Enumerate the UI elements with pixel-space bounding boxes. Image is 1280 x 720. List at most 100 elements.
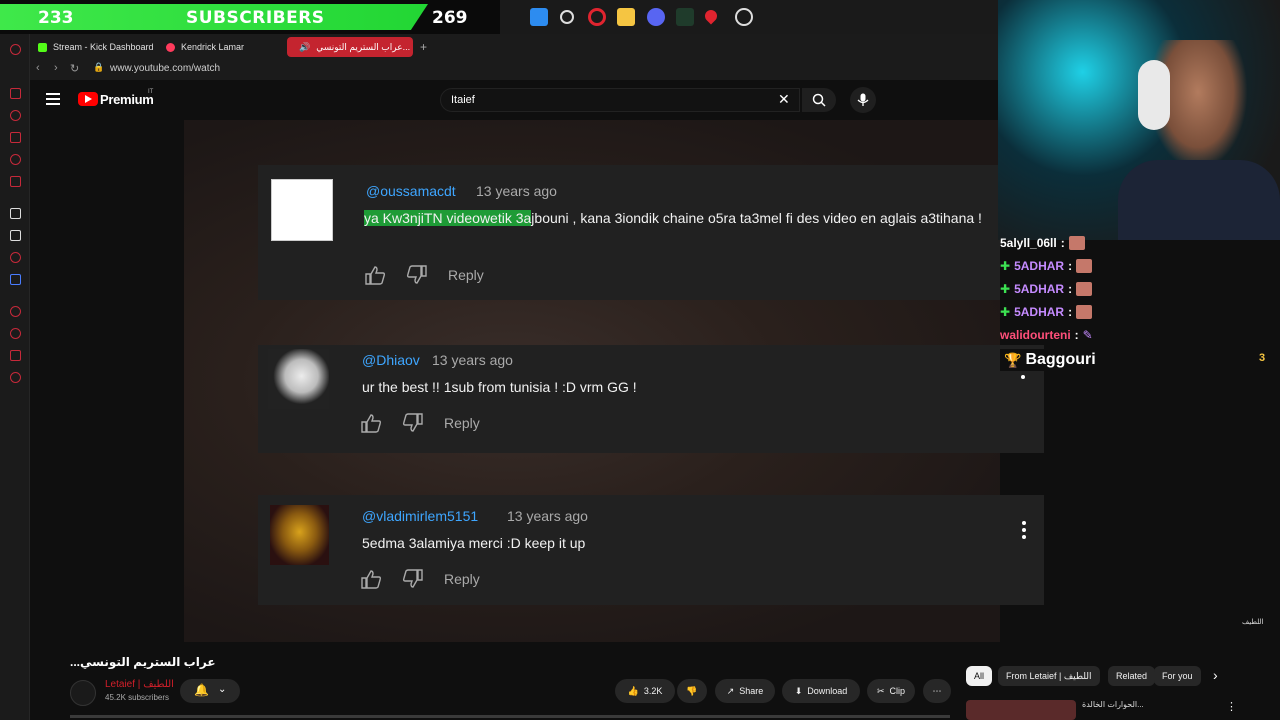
comment-card: @oussamacdt 13 years ago ya Kw3njiTN vid… [258,165,1000,300]
bag-icon[interactable] [10,132,21,143]
clear-search-icon[interactable]: ✕ [778,91,790,108]
dislike-icon[interactable] [402,413,424,433]
like-icon[interactable] [360,413,382,433]
youtube-premium-label[interactable]: Premium [100,92,154,107]
notification-bell-button[interactable]: 🔔 ⌄ [180,679,240,703]
emote-icon [1076,282,1093,296]
home-icon[interactable] [10,44,21,55]
avatar[interactable] [268,349,329,409]
related-thumbnail[interactable] [966,700,1076,720]
comment-timestamp[interactable]: 13 years ago [432,352,513,368]
microphone-icon [857,93,869,106]
forward-icon[interactable]: › [54,62,58,74]
search-button[interactable] [802,88,836,112]
reply-button[interactable]: Reply [444,571,480,587]
comment-card: @vladimirlem5151 13 years ago 5edma 3ala… [258,495,1044,605]
ai-icon[interactable] [10,208,21,219]
chip-from-channel[interactable]: From Letaief | اللطيف [998,666,1100,686]
chat-message: ✚ 5ADHAR: [1000,282,1093,296]
chat-separator: : [1060,236,1065,250]
like-icon[interactable] [360,569,382,589]
chat-message: ✚ 5ADHAR: [1000,259,1093,273]
pin-icon[interactable] [10,350,21,361]
tab-label: Stream - Kick Dashboard [53,42,154,52]
hamburger-menu-icon[interactable] [46,93,60,105]
history-icon[interactable] [10,110,21,121]
chip-for-you[interactable]: For you [1154,666,1201,686]
subscriber-count: 233 [38,8,74,28]
settings-icon[interactable] [10,372,21,383]
avatar[interactable] [270,505,329,565]
map-pin-icon[interactable] [702,7,720,25]
x-icon[interactable] [10,230,21,241]
emote-icon: ✎ [1082,328,1093,342]
dislike-button[interactable]: 👎 [677,679,707,703]
emote-icon [1068,236,1085,250]
dislike-icon[interactable] [406,265,428,285]
music-icon [166,42,175,52]
discord-icon[interactable] [647,8,665,26]
new-tab-button[interactable]: + [414,37,433,57]
stream-watermark: اللطيف [1242,619,1264,626]
tab-youtube-video[interactable]: 🔊 عراب الستريم التونسي... [287,37,413,57]
clip-button[interactable]: ✂ Clip [867,679,915,703]
download-icon: ⬇ [794,685,803,696]
voice-search-button[interactable] [850,87,876,113]
channel-name[interactable]: Letaief | اللطيف [105,679,174,690]
like-button[interactable]: 👍 3.2K [615,679,675,703]
region-code: IT [148,89,154,95]
player-icon[interactable] [10,306,21,317]
share-button[interactable]: ↗ Share [715,679,775,703]
reply-button[interactable]: Reply [448,267,484,283]
windows-start-icon[interactable] [530,8,548,26]
folder-icon[interactable] [617,8,635,26]
vpn-icon[interactable] [10,274,21,285]
search-input[interactable] [441,89,761,111]
messenger-icon[interactable] [10,154,21,165]
chip-all[interactable]: All [966,666,993,686]
more-icon: ⋯ [932,685,942,696]
search-icon[interactable] [560,10,574,24]
chat-user: 5ADHAR [1014,305,1065,319]
avatar[interactable] [271,179,333,241]
comment-timestamp[interactable]: 13 years ago [476,183,557,199]
obs-icon[interactable] [735,8,753,26]
more-options-icon[interactable]: ⋮ [1226,700,1237,713]
dislike-icon[interactable] [402,569,424,589]
youtube-header: Premium IT ✕ [30,80,1000,120]
subscriber-goal: 269 [432,8,468,28]
like-icon[interactable] [364,265,386,285]
chip-related[interactable]: Related [1108,666,1156,686]
terminal-icon[interactable] [676,8,694,26]
more-options-icon[interactable] [1021,375,1025,382]
tab-kick-dashboard[interactable]: Stream - Kick Dashboard [32,37,160,57]
opera-icon[interactable] [588,8,606,26]
share-icon: ↗ [726,685,735,696]
youtube-logo-icon[interactable] [78,92,98,106]
tab-label: عراب الستريم التونسي... [316,41,411,52]
clock-icon[interactable] [10,328,21,339]
chat-user: 5ADHAR [1014,282,1065,296]
search-icon [812,93,826,107]
tab-kendrick-lamar[interactable]: Kendrick Lamar [160,37,250,57]
page-scrollbar[interactable] [70,715,950,718]
comment-author[interactable]: @vladimirlem5151 [362,508,478,524]
comment-author[interactable]: @oussamacdt [366,183,456,199]
chevron-right-icon[interactable]: › [1213,667,1218,683]
music-icon[interactable] [10,176,21,187]
more-options-icon[interactable] [1022,521,1026,542]
back-icon[interactable]: ‹ [36,62,40,74]
avatar[interactable] [70,680,96,706]
speed-dial-icon[interactable] [10,88,21,99]
comment-timestamp[interactable]: 13 years ago [507,508,588,524]
related-title[interactable]: الحوارات الخالدة... [1082,700,1144,709]
chat-separator: : [1068,282,1073,296]
leader-count: 3 [1259,352,1266,364]
url-field[interactable]: www.youtube.com/watch [110,63,220,74]
more-actions-button[interactable]: ⋯ [923,679,951,703]
reload-icon[interactable]: ↻ [70,62,79,75]
reply-button[interactable]: Reply [444,415,480,431]
instagram-icon[interactable] [10,252,21,263]
download-button[interactable]: ⬇ Download [782,679,860,703]
comment-author[interactable]: @Dhiaov [362,352,420,368]
